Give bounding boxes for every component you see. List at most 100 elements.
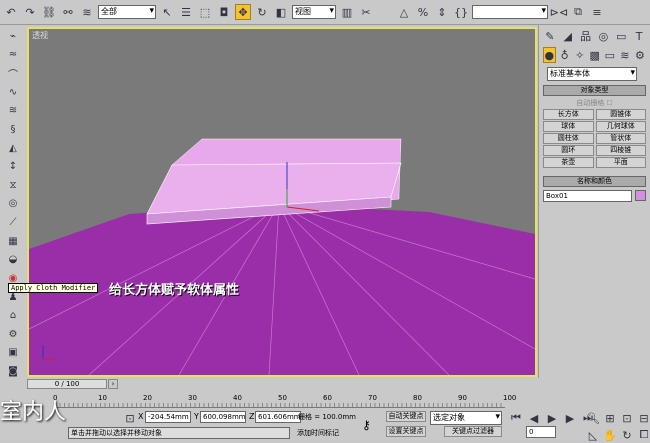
timeline-tick-label: 90 <box>458 394 467 402</box>
autogrid-checkbox[interactable]: 自动栅格 ☐ <box>539 98 650 108</box>
object-type-rollout[interactable]: 对象类型 <box>543 85 646 96</box>
category-dropdown[interactable]: 标准基本体 <box>547 67 637 81</box>
prev-frame-icon[interactable]: ◀ <box>526 410 542 426</box>
align-icon[interactable]: ⧉ <box>570 4 586 20</box>
command-panel: ✎◢品◎▭T ●♁✧▩▭≋⚙ 标准基本体 对象类型 自动栅格 ☐ 长方体圆锥体球… <box>538 25 650 380</box>
cameras-icon[interactable]: ▩ <box>589 47 601 63</box>
object-type-button[interactable]: 几何球体 <box>596 121 647 132</box>
next-frame-button[interactable]: › <box>108 379 118 389</box>
geometry-icon[interactable]: ● <box>543 47 556 63</box>
spinner-snap-icon[interactable]: ⇕ <box>434 4 450 20</box>
spacewarps-icon[interactable]: ≋ <box>619 47 631 63</box>
angle-snap-icon[interactable]: △ <box>396 4 412 20</box>
object-color-swatch[interactable] <box>635 190 646 201</box>
key-filters-button[interactable]: 关键点过滤器 <box>444 426 502 437</box>
auto-key-button[interactable]: 自动关键点 <box>386 411 426 422</box>
noise-icon[interactable]: ≋ <box>4 103 22 120</box>
wave-icon[interactable]: ∿ <box>4 84 22 101</box>
melt-icon[interactable]: ◒ <box>4 252 22 269</box>
house-icon[interactable]: ⌂ <box>4 307 22 324</box>
name-color-rollout[interactable]: 名称和颜色 <box>543 176 646 187</box>
y-coord-input[interactable]: 600.098mm <box>200 411 246 423</box>
pivot-center-icon[interactable]: ▥ <box>339 4 355 20</box>
utilities-tab-icon[interactable]: T <box>632 28 646 44</box>
hierarchy-tab-icon[interactable]: 品 <box>579 28 593 44</box>
lights-icon[interactable]: ✧ <box>574 47 586 63</box>
next-key-icon[interactable]: ▶ <box>562 410 578 426</box>
mirror-icon[interactable]: ⊳⊲ <box>551 4 567 20</box>
create-tab-icon[interactable]: ✎ <box>543 28 557 44</box>
reference-coord-dropdown[interactable]: 视图 <box>292 5 336 19</box>
layer-icon[interactable]: ≡ <box>589 4 605 20</box>
systems-icon[interactable]: ⚙ <box>634 47 646 63</box>
key-icon[interactable]: ⚷ <box>362 418 371 432</box>
current-frame-input[interactable]: 0 <box>526 426 556 438</box>
cloth-tool-icon[interactable]: ⌁ <box>4 28 22 45</box>
add-time-tag[interactable]: 添加时间标记 <box>297 428 339 438</box>
window-crossing-icon[interactable]: ◘ <box>216 4 232 20</box>
select-rotate-icon[interactable]: ↻ <box>254 4 270 20</box>
display-tab-icon[interactable]: ▭ <box>614 28 628 44</box>
helpers-icon[interactable]: ▭ <box>604 47 616 63</box>
object-type-button[interactable]: 球体 <box>543 121 594 132</box>
link-icon[interactable]: ⛓ <box>41 4 57 20</box>
perspective-viewport[interactable]: 透视 给长方体赋予软体属性 <box>27 27 537 377</box>
ripple-icon[interactable]: ◎ <box>4 196 22 213</box>
stretch-icon[interactable]: ↕ <box>4 158 22 175</box>
play-icon[interactable]: ▶ <box>544 410 560 426</box>
key-filter-select[interactable]: 选定对象 <box>430 411 502 425</box>
select-by-name-icon[interactable]: ☰ <box>178 4 194 20</box>
snap-3d-icon[interactable]: ⁳ <box>377 4 393 20</box>
redo-icon[interactable]: ↷ <box>22 4 38 20</box>
manipulate-icon[interactable]: ✂ <box>358 4 374 20</box>
squeeze-icon[interactable]: ⧖ <box>4 177 22 194</box>
modify-tab-icon[interactable]: ◢ <box>561 28 575 44</box>
object-name-input[interactable]: Box01 <box>543 190 632 202</box>
object-type-button[interactable]: 平面 <box>596 157 647 168</box>
set-key-button[interactable]: 设置关键点 <box>386 426 426 437</box>
object-type-button[interactable]: 圆柱体 <box>543 133 594 144</box>
maximize-viewport-icon[interactable]: ⧠ <box>636 427 650 443</box>
select-object-icon[interactable]: ↖ <box>159 4 175 20</box>
material-icon[interactable]: ▣ <box>4 345 22 362</box>
goto-start-icon[interactable]: ⏮ <box>508 410 524 426</box>
zoom-extents-all-icon[interactable]: ⊟ <box>636 410 650 426</box>
named-selection-dropdown[interactable] <box>472 5 548 19</box>
object-type-button[interactable]: 圆环 <box>543 145 594 156</box>
motion-tab-icon[interactable]: ◎ <box>596 28 610 44</box>
unlink-icon[interactable]: ⚯ <box>60 4 76 20</box>
track-bar[interactable]: 0 10 20 30 40 50 60 70 80 90 100 <box>55 394 505 408</box>
bend-icon[interactable]: ⌒ <box>4 65 22 82</box>
z-coord-input[interactable]: 601.606mm <box>255 411 301 423</box>
percent-snap-icon[interactable]: % <box>415 4 431 20</box>
object-type-button[interactable]: 圆锥体 <box>596 109 647 120</box>
viewport-label[interactable]: 透视 <box>32 30 48 41</box>
skew-icon[interactable]: ⟋ <box>4 214 22 231</box>
object-type-button[interactable]: 四棱锥 <box>596 145 647 156</box>
selection-filter-dropdown[interactable]: 全部 <box>98 5 156 19</box>
object-type-button[interactable]: 长方体 <box>543 109 594 120</box>
bind-space-warp-icon[interactable]: ≋ <box>79 4 95 20</box>
edit-named-selection-icon[interactable]: {} <box>453 4 469 20</box>
taper-icon[interactable]: ◭ <box>4 140 22 157</box>
zoom-extents-icon[interactable]: ⊡ <box>619 410 635 426</box>
time-slider[interactable]: 0 / 100 <box>27 379 107 389</box>
zoom-icon[interactable]: 🔍︎ <box>585 410 601 426</box>
twist-icon[interactable]: § <box>4 121 22 138</box>
absolute-mode-icon[interactable]: ⊡ <box>122 410 138 426</box>
rect-selection-icon[interactable]: ⬚ <box>197 4 213 20</box>
orbit-icon[interactable]: ↻ <box>619 427 635 443</box>
undo-icon[interactable]: ↶ <box>3 4 19 20</box>
zoom-all-icon[interactable]: ⊞ <box>602 410 618 426</box>
x-coord-input[interactable]: -204.54mm <box>145 411 191 423</box>
collision-icon[interactable]: ⚙ <box>4 326 22 343</box>
shapes-icon[interactable]: ♁ <box>559 47 571 63</box>
flex-icon[interactable]: ≈ <box>4 47 22 64</box>
object-type-button[interactable]: 管状体 <box>596 133 647 144</box>
fov-icon[interactable]: ◺ <box>585 427 601 443</box>
select-move-icon[interactable]: ✥ <box>235 4 251 20</box>
pan-icon[interactable]: ✋ <box>602 427 618 443</box>
select-scale-icon[interactable]: ◧ <box>273 4 289 20</box>
object-type-button[interactable]: 茶壶 <box>543 157 594 168</box>
lattice-icon[interactable]: ▦ <box>4 233 22 250</box>
